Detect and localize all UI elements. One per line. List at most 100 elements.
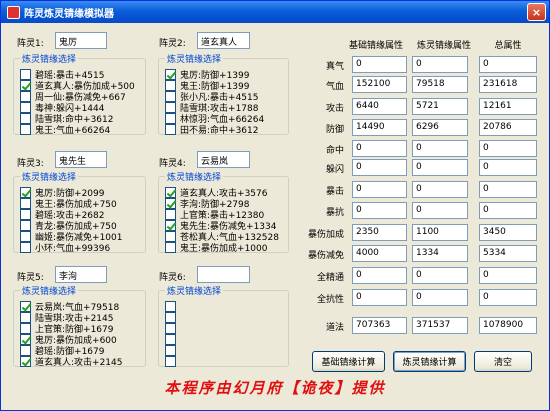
spirit-5-checkbox[interactable] (20, 322, 31, 334)
spirit-5-label: 阵灵5: (17, 273, 44, 283)
stat-basic-field[interactable]: 0 (352, 56, 407, 73)
spirit-4-checkbox[interactable] (165, 197, 176, 209)
spirit-4-checkbox[interactable] (165, 219, 176, 231)
spirit-6-name-field[interactable] (197, 266, 250, 283)
spirit-4-name-field[interactable]: 云易岚 (197, 151, 250, 168)
stat-total-field[interactable]: 0 (479, 181, 537, 198)
stat-refine-field[interactable]: 0 (412, 140, 468, 157)
spirit-3-checkbox[interactable] (20, 208, 31, 220)
stat-basic-field[interactable]: 0 (352, 140, 407, 157)
spirit-3-checkbox[interactable] (20, 241, 31, 253)
stat-total-field[interactable]: 0 (479, 56, 537, 73)
spirit-1-checkbox[interactable] (20, 90, 31, 102)
stat-refine-field[interactable]: 1100 (412, 224, 468, 241)
spirit-6-option[interactable] (165, 355, 180, 367)
title-bar[interactable]: 阵灵炼灵锖缘模拟器 × (1, 1, 549, 23)
stat-refine-field[interactable]: 0 (412, 56, 468, 73)
stat-basic-field[interactable]: 4000 (352, 245, 407, 262)
stat-refine-field[interactable]: 6296 (412, 119, 468, 136)
spirit-4-option[interactable]: 鬼王:暴伤加成+1000 (165, 241, 267, 254)
spirit-6-checkbox[interactable] (165, 300, 176, 312)
spirit-5-name-field[interactable]: 李洵 (55, 266, 107, 283)
spirit-2-checkbox[interactable] (165, 123, 176, 135)
spirit-4-checkbox[interactable] (165, 208, 176, 220)
stat-basic-field[interactable]: 0 (352, 159, 407, 176)
spirit-1-checkbox[interactable] (20, 101, 31, 113)
spirit-2-name-field[interactable]: 道玄真人 (197, 32, 250, 49)
spirit-3-option[interactable]: 小环:气血+99396 (20, 241, 110, 254)
spirit-1-group: 炼灵锖缘选择 碧瑶:暴击+4515 道玄真人:暴伤加成+500 周一仙:暴伤减免… (13, 52, 146, 136)
stat-basic-field[interactable]: 2350 (352, 224, 407, 241)
stat-basic-field[interactable]: 0 (352, 181, 407, 198)
stat-basic-field[interactable]: 6440 (352, 98, 407, 115)
refine-calc-button[interactable]: 炼灵锖缘计算 (393, 351, 466, 372)
stat-refine-field[interactable]: 0 (412, 202, 468, 219)
stat-row-label: 气血 (325, 82, 344, 92)
stat-total-field[interactable]: 3450 (479, 224, 537, 241)
stat-basic-field[interactable]: 0 (352, 202, 407, 219)
stat-total-field[interactable]: 12161 (479, 98, 537, 115)
spirit-5-checkbox[interactable] (20, 311, 31, 323)
spirit-2-checkbox[interactable] (165, 112, 176, 124)
stat-refine-field[interactable]: 79518 (412, 76, 468, 93)
spirit-2-checkbox[interactable] (165, 79, 176, 91)
spirit-4-checkbox[interactable] (165, 230, 176, 242)
app-icon (7, 5, 20, 19)
spirit-6-checkbox[interactable] (165, 311, 176, 323)
clear-button[interactable]: 清空 (474, 351, 532, 372)
stat-basic-field[interactable]: 152100 (352, 76, 407, 93)
spirit-2-checkbox[interactable] (165, 68, 176, 80)
spirit-5-option[interactable]: 道玄真人:攻击+2145 (20, 355, 123, 368)
spirit-6-checkbox[interactable] (165, 333, 176, 345)
option-label: 道玄真人:攻击+2145 (35, 357, 123, 368)
stat-total-field[interactable]: 5334 (479, 245, 537, 262)
spirit-3-checkbox[interactable] (20, 186, 31, 198)
spirit-6-checkbox[interactable] (165, 344, 176, 356)
stat-total-field[interactable]: 0 (479, 267, 537, 284)
stat-row-label: 攻击 (325, 104, 344, 114)
spirit-5-checkbox[interactable] (20, 355, 31, 367)
spirit-1-checkbox[interactable] (20, 112, 31, 124)
stat-refine-field[interactable]: 0 (412, 289, 468, 306)
stat-basic-field[interactable]: 0 (352, 289, 407, 306)
stat-total-field[interactable]: 231618 (479, 76, 537, 93)
stat-total-field[interactable]: 0 (479, 159, 537, 176)
spirit-5-checkbox[interactable] (20, 333, 31, 345)
spirit-3-group-title: 炼灵锖缘选择 (20, 170, 79, 183)
stat-refine-field[interactable]: 0 (412, 181, 468, 198)
basic-calc-button[interactable]: 基础锖缘计算 (312, 351, 385, 372)
stat-total-field[interactable]: 0 (479, 289, 537, 306)
spirit-2-option[interactable]: 田不易:命中+3612 (165, 123, 258, 136)
close-button[interactable]: × (527, 3, 546, 21)
spirit-1-option[interactable]: 鬼王:气血+66264 (20, 123, 110, 136)
stat-total-field[interactable]: 0 (479, 202, 537, 219)
spirit-2-checkbox[interactable] (165, 90, 176, 102)
spirit-2-checkbox[interactable] (165, 101, 176, 113)
stat-refine-field[interactable]: 0 (412, 267, 468, 284)
stat-total-field[interactable]: 20786 (479, 119, 537, 136)
spirit-3-name-field[interactable]: 鬼先生 (55, 151, 107, 168)
spirit-3-checkbox[interactable] (20, 197, 31, 209)
stat-basic-field[interactable]: 0 (352, 267, 407, 284)
spirit-4-checkbox[interactable] (165, 186, 176, 198)
stat-basic-field[interactable]: 707363 (352, 317, 407, 334)
stat-total-field[interactable]: 0 (479, 140, 537, 157)
spirit-6-checkbox[interactable] (165, 355, 176, 367)
spirit-6-checkbox[interactable] (165, 322, 176, 334)
spirit-3-checkbox[interactable] (20, 219, 31, 231)
stat-refine-field[interactable]: 371537 (412, 317, 468, 334)
spirit-1-checkbox[interactable] (20, 79, 31, 91)
spirit-4-checkbox[interactable] (165, 241, 176, 253)
stat-basic-field[interactable]: 14490 (352, 119, 407, 136)
stat-refine-field[interactable]: 5721 (412, 98, 468, 115)
stat-refine-field[interactable]: 1334 (412, 245, 468, 262)
spirit-4-label: 阵灵4: (159, 159, 186, 169)
stat-total-field[interactable]: 1078900 (479, 317, 537, 334)
spirit-5-checkbox[interactable] (20, 300, 31, 312)
spirit-1-checkbox[interactable] (20, 68, 31, 80)
spirit-3-checkbox[interactable] (20, 230, 31, 242)
spirit-1-name-field[interactable]: 鬼厉 (55, 32, 107, 49)
stat-refine-field[interactable]: 0 (412, 159, 468, 176)
spirit-5-checkbox[interactable] (20, 344, 31, 356)
spirit-1-checkbox[interactable] (20, 123, 31, 135)
